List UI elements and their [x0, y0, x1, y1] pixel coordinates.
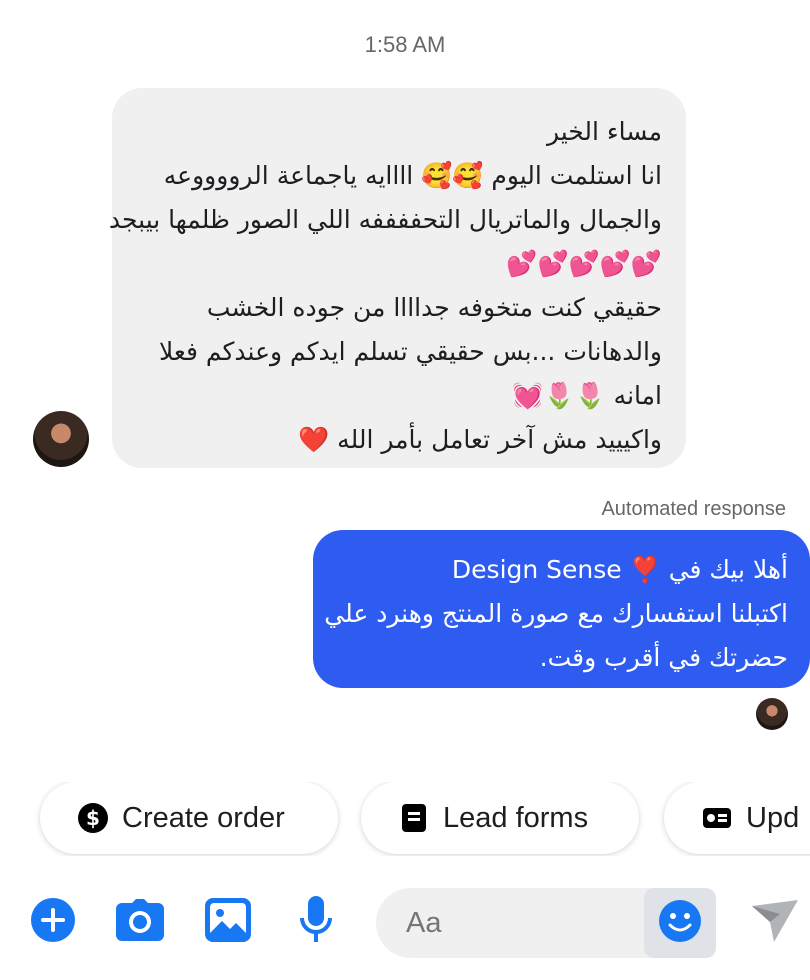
message-line: مساء الخير	[546, 117, 662, 146]
svg-text:$: $	[86, 806, 100, 830]
message-line: والجمال والماتريال التحففففه اللي الصور …	[108, 205, 662, 234]
contact-card-icon	[702, 803, 732, 833]
incoming-message-bubble[interactable]: مساء الخير انا استلمت اليوم 🥰🥰 اااايه يا…	[108, 88, 686, 468]
outgoing-message-bubble[interactable]: أهلا بيك في ❣️ Design Sense اكتبلنا استف…	[313, 530, 810, 688]
read-receipt-avatar	[756, 698, 788, 730]
lead-forms-button[interactable]: Lead forms	[361, 782, 639, 854]
quick-actions-bar: $ Create order Lead forms Upd	[0, 782, 810, 856]
camera-icon	[116, 899, 164, 945]
camera-button[interactable]	[116, 898, 164, 946]
message-line: حضرتك في أقرب وقت.	[539, 643, 788, 672]
create-order-button[interactable]: $ Create order	[40, 782, 338, 854]
emoji-button[interactable]	[644, 888, 716, 958]
message-timestamp: 1:58 AM	[364, 32, 446, 57]
add-button[interactable]	[29, 898, 77, 946]
message-line: 💕💕💕💕💕	[506, 249, 662, 278]
message-line: حقيقي كنت متخوفه جداااا من جوده الخشب	[206, 293, 662, 322]
dollar-circle-icon: $	[78, 803, 108, 833]
message-line: انا استلمت اليوم 🥰🥰 اااايه ياجماعة الروو…	[163, 161, 662, 190]
update-contact-label: Upd	[746, 801, 800, 834]
automated-response-label: Automated response	[601, 498, 786, 520]
plus-icon	[30, 897, 76, 947]
message-line: والدهانات ...بس حقيقي تسلم ايدكم وعندكم …	[158, 337, 662, 366]
smiley-icon	[658, 899, 702, 947]
send-button[interactable]	[748, 898, 802, 948]
gallery-button[interactable]	[204, 898, 252, 946]
message-line: امانه 🌷🌷💓	[512, 381, 662, 410]
message-line: أهلا بيك في ❣️ Design Sense	[451, 555, 788, 584]
incoming-message-row: مساء الخير انا استلمت اليوم 🥰🥰 اااايه يا…	[0, 88, 810, 470]
microphone-button[interactable]	[292, 896, 340, 948]
send-icon	[750, 898, 800, 948]
form-icon	[399, 803, 429, 833]
gallery-icon	[205, 898, 251, 946]
message-line: اكتبلنا استفسارك مع صورة المنتج وهنرد عل…	[324, 599, 788, 628]
update-contact-button[interactable]: Upd	[664, 782, 810, 854]
message-composer	[0, 886, 810, 958]
microphone-icon	[299, 896, 333, 948]
sender-avatar[interactable]	[33, 411, 89, 467]
lead-forms-label: Lead forms	[443, 801, 589, 834]
create-order-label: Create order	[122, 801, 285, 834]
message-line: واكيييد مش آخر تعامل بأمر الله ❤️	[298, 425, 662, 454]
